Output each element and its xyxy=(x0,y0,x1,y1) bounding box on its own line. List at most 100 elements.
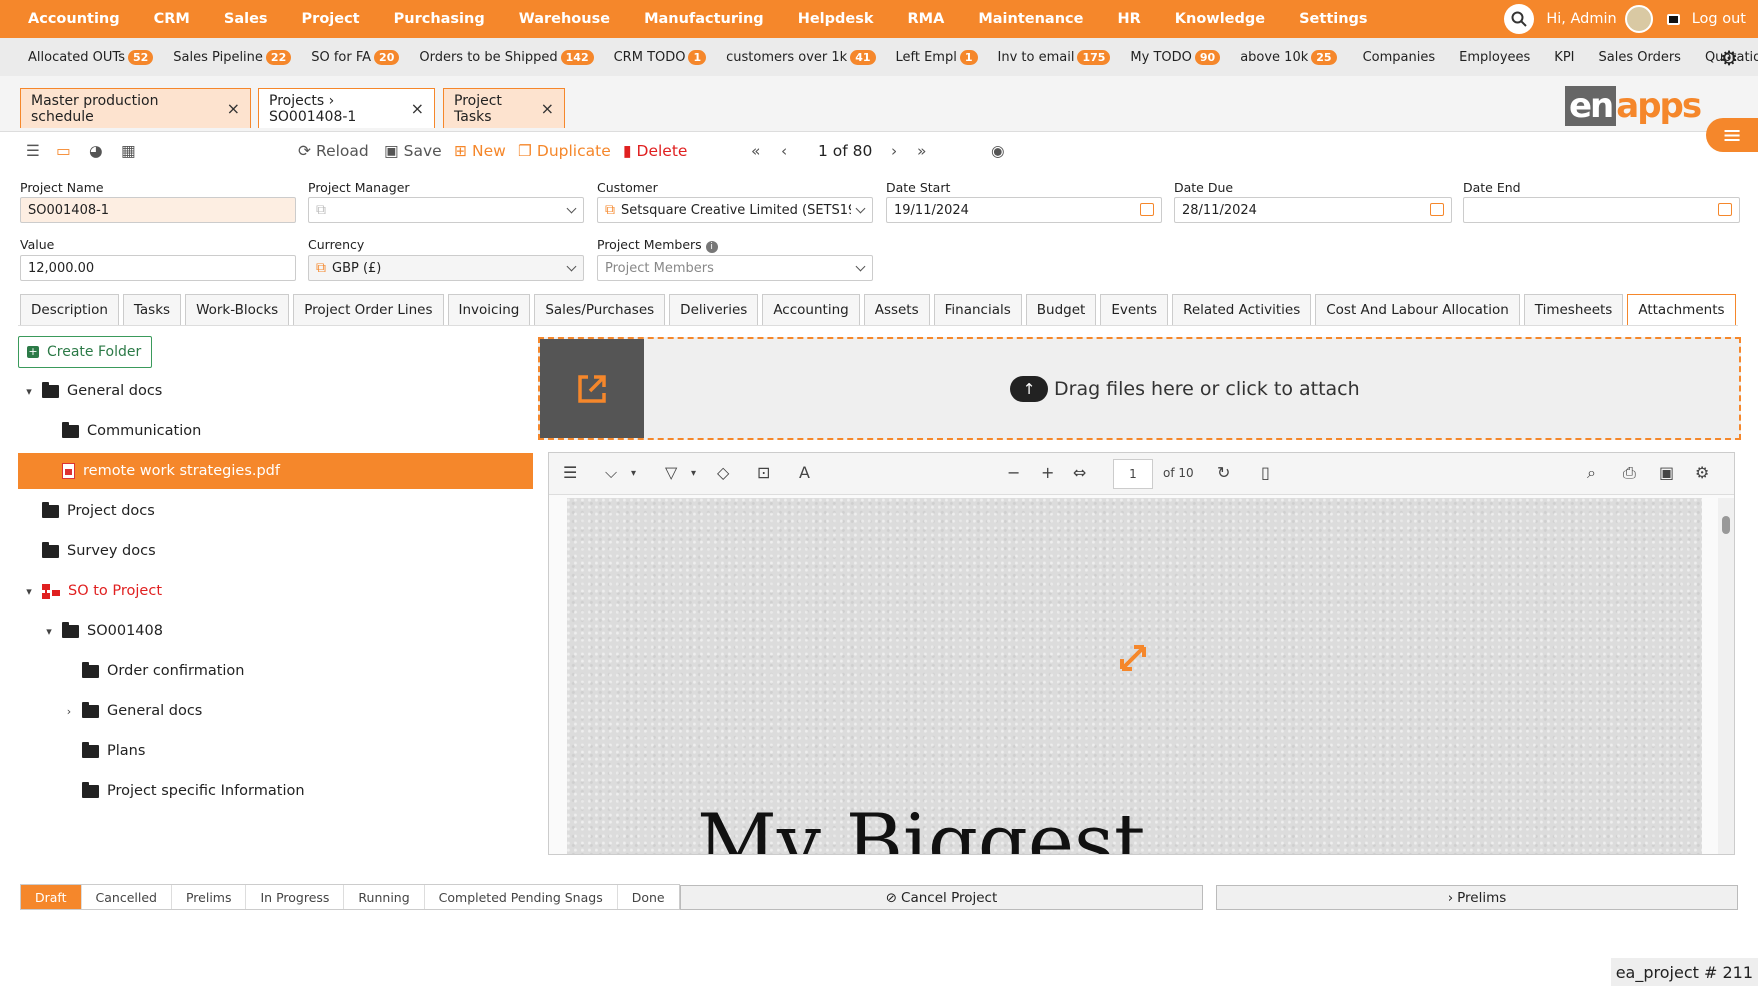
page-number-input[interactable]: 1 xyxy=(1113,459,1153,489)
search-icon[interactable]: ⌕ xyxy=(1587,463,1596,483)
menu-helpdesk[interactable]: Helpdesk xyxy=(781,11,891,27)
two-page-icon[interactable]: ▯ xyxy=(1261,463,1270,482)
tab-description[interactable]: Description xyxy=(20,294,119,326)
tab-project-record[interactable]: Projects › SO001408-1 × xyxy=(258,88,435,128)
create-folder-button[interactable]: + Create Folder xyxy=(18,336,152,368)
tree-node[interactable]: Project docs xyxy=(22,493,155,529)
external-link-icon[interactable]: ⧉ xyxy=(316,260,326,276)
calendar-icon[interactable] xyxy=(1430,203,1444,216)
tab-invoicing[interactable]: Invoicing xyxy=(447,294,531,326)
date-start-input[interactable]: 19/11/2024 xyxy=(886,197,1162,223)
outline-icon[interactable]: ☰ xyxy=(563,463,577,482)
external-link-icon[interactable]: ⧉ xyxy=(316,202,326,218)
status-in-progress[interactable]: In Progress xyxy=(246,885,345,909)
tab-timesheets[interactable]: Timesheets xyxy=(1523,294,1624,326)
project-manager-select[interactable]: ⧉ xyxy=(308,197,584,223)
save-button[interactable]: ▣ Save xyxy=(384,142,442,160)
search-icon[interactable] xyxy=(1504,4,1535,34)
tree-node[interactable]: ▾ SO to Project xyxy=(22,573,162,609)
caret-icon[interactable]: ▾ xyxy=(42,625,56,638)
prev-record-icon[interactable]: ‹ xyxy=(781,142,787,160)
shortcut-item[interactable]: customers over 1k 41 xyxy=(716,49,885,65)
form-view-icon[interactable]: ▭ xyxy=(56,142,71,160)
status-completed-pending-snags[interactable]: Completed Pending Snags xyxy=(425,885,618,909)
close-icon[interactable]: × xyxy=(411,99,424,118)
menu-hr[interactable]: HR xyxy=(1100,11,1157,27)
status-done[interactable]: Done xyxy=(618,885,679,909)
calendar-icon[interactable] xyxy=(1718,203,1732,216)
tree-node[interactable]: Communication xyxy=(42,413,201,449)
status-cancelled[interactable]: Cancelled xyxy=(82,885,172,909)
first-record-icon[interactable]: « xyxy=(751,142,760,160)
tab-events[interactable]: Events xyxy=(1100,294,1169,326)
duplicate-button[interactable]: ❐ Duplicate xyxy=(518,142,611,160)
shortcut-item[interactable]: Inv to email 175 xyxy=(988,49,1121,65)
shortcut-item[interactable]: Orders to be Shipped 142 xyxy=(409,49,603,65)
reload-button[interactable]: ⟳ Reload xyxy=(298,142,369,160)
logout-link[interactable]: Log out xyxy=(1692,11,1746,27)
status-draft[interactable]: Draft xyxy=(21,885,82,909)
delete-button[interactable]: ▮ Delete xyxy=(623,142,687,160)
menu-accounting[interactable]: Accounting xyxy=(0,11,137,27)
caret-icon[interactable]: ▾ xyxy=(22,585,36,598)
shortcut-item[interactable]: Allocated OUTs 52 xyxy=(0,49,163,65)
draw-icon[interactable]: ▽ xyxy=(665,463,677,482)
status-prelims[interactable]: Prelims xyxy=(172,885,247,909)
print-icon[interactable]: ⎙ xyxy=(1623,463,1636,483)
external-link-icon[interactable]: ⧉ xyxy=(605,202,615,218)
close-icon[interactable]: × xyxy=(227,99,240,118)
tab-project-order-lines[interactable]: Project Order Lines xyxy=(293,294,444,326)
shortcut-item[interactable]: My TODO 90 xyxy=(1120,49,1230,65)
value-input[interactable]: 12,000.00 xyxy=(20,255,296,281)
save-icon[interactable]: ▣ xyxy=(1659,463,1674,482)
calendar-view-icon[interactable]: ▦ xyxy=(121,142,136,160)
menu-manufacturing[interactable]: Manufacturing xyxy=(627,11,781,27)
tab-accounting[interactable]: Accounting xyxy=(762,294,860,326)
tab-cost-labour-allocation[interactable]: Cost And Labour Allocation xyxy=(1315,294,1520,326)
menu-maintenance[interactable]: Maintenance xyxy=(961,11,1100,27)
tab-budget[interactable]: Budget xyxy=(1025,294,1097,326)
next-record-icon[interactable]: › xyxy=(891,142,897,160)
zoom-out-icon[interactable]: − xyxy=(1007,463,1020,482)
tab-related-activities[interactable]: Related Activities xyxy=(1172,294,1312,326)
status-running[interactable]: Running xyxy=(344,885,425,909)
close-icon[interactable]: × xyxy=(541,99,554,118)
shortcut-item[interactable]: above 10k 25 xyxy=(1230,49,1346,65)
tree-node[interactable]: Order confirmation xyxy=(62,653,244,689)
gear-icon[interactable]: ⚙ xyxy=(1695,463,1709,482)
scrollbar-thumb[interactable] xyxy=(1722,516,1730,534)
shortcut-item[interactable]: Sales Orders xyxy=(1585,50,1691,65)
menu-knowledge[interactable]: Knowledge xyxy=(1158,11,1282,27)
text-box-icon[interactable]: ⊡ xyxy=(757,463,770,482)
open-external-button[interactable] xyxy=(540,339,644,438)
shortcut-item[interactable]: Companies xyxy=(1347,50,1446,65)
chart-view-icon[interactable]: ◕ xyxy=(89,142,103,160)
tab-assets[interactable]: Assets xyxy=(863,294,930,326)
date-end-input[interactable] xyxy=(1463,197,1740,223)
scrollbar[interactable] xyxy=(1718,498,1734,854)
shortcut-item[interactable]: SO for FA 20 xyxy=(301,49,409,65)
tab-project-tasks[interactable]: Project Tasks × xyxy=(443,88,565,128)
prelims-button[interactable]: › Prelims xyxy=(1216,885,1738,910)
menu-rma[interactable]: RMA xyxy=(891,11,962,27)
menu-project[interactable]: Project xyxy=(285,11,377,27)
tab-tasks[interactable]: Tasks xyxy=(122,294,182,326)
chevron-down-icon[interactable]: ▾ xyxy=(631,468,636,479)
tree-node[interactable]: › General docs xyxy=(62,693,202,729)
tree-node[interactable]: ▾ General docs xyxy=(22,373,162,409)
cancel-project-button[interactable]: ⊘ Cancel Project xyxy=(680,885,1203,910)
info-icon[interactable]: i xyxy=(705,241,718,253)
workspace-icon[interactable] xyxy=(1666,13,1680,25)
chevron-down-icon[interactable]: ▾ xyxy=(691,468,696,479)
read-aloud-icon[interactable]: A xyxy=(799,463,810,482)
tab-master-production-schedule[interactable]: Master production schedule × xyxy=(20,88,251,128)
zoom-in-icon[interactable]: + xyxy=(1041,463,1054,482)
tab-work-blocks[interactable]: Work-Blocks xyxy=(185,294,290,326)
menu-settings[interactable]: Settings xyxy=(1282,11,1384,27)
list-view-icon[interactable]: ☰ xyxy=(26,142,40,160)
tree-node[interactable]: Project specific Information xyxy=(62,773,305,809)
tree-node[interactable]: Survey docs xyxy=(22,533,156,569)
attachment-dropzone[interactable]: ↑ Drag files here or click to attach xyxy=(538,337,1741,440)
pdf-page[interactable]: My Biggest xyxy=(567,498,1702,854)
tab-attachments[interactable]: Attachments xyxy=(1627,294,1736,326)
